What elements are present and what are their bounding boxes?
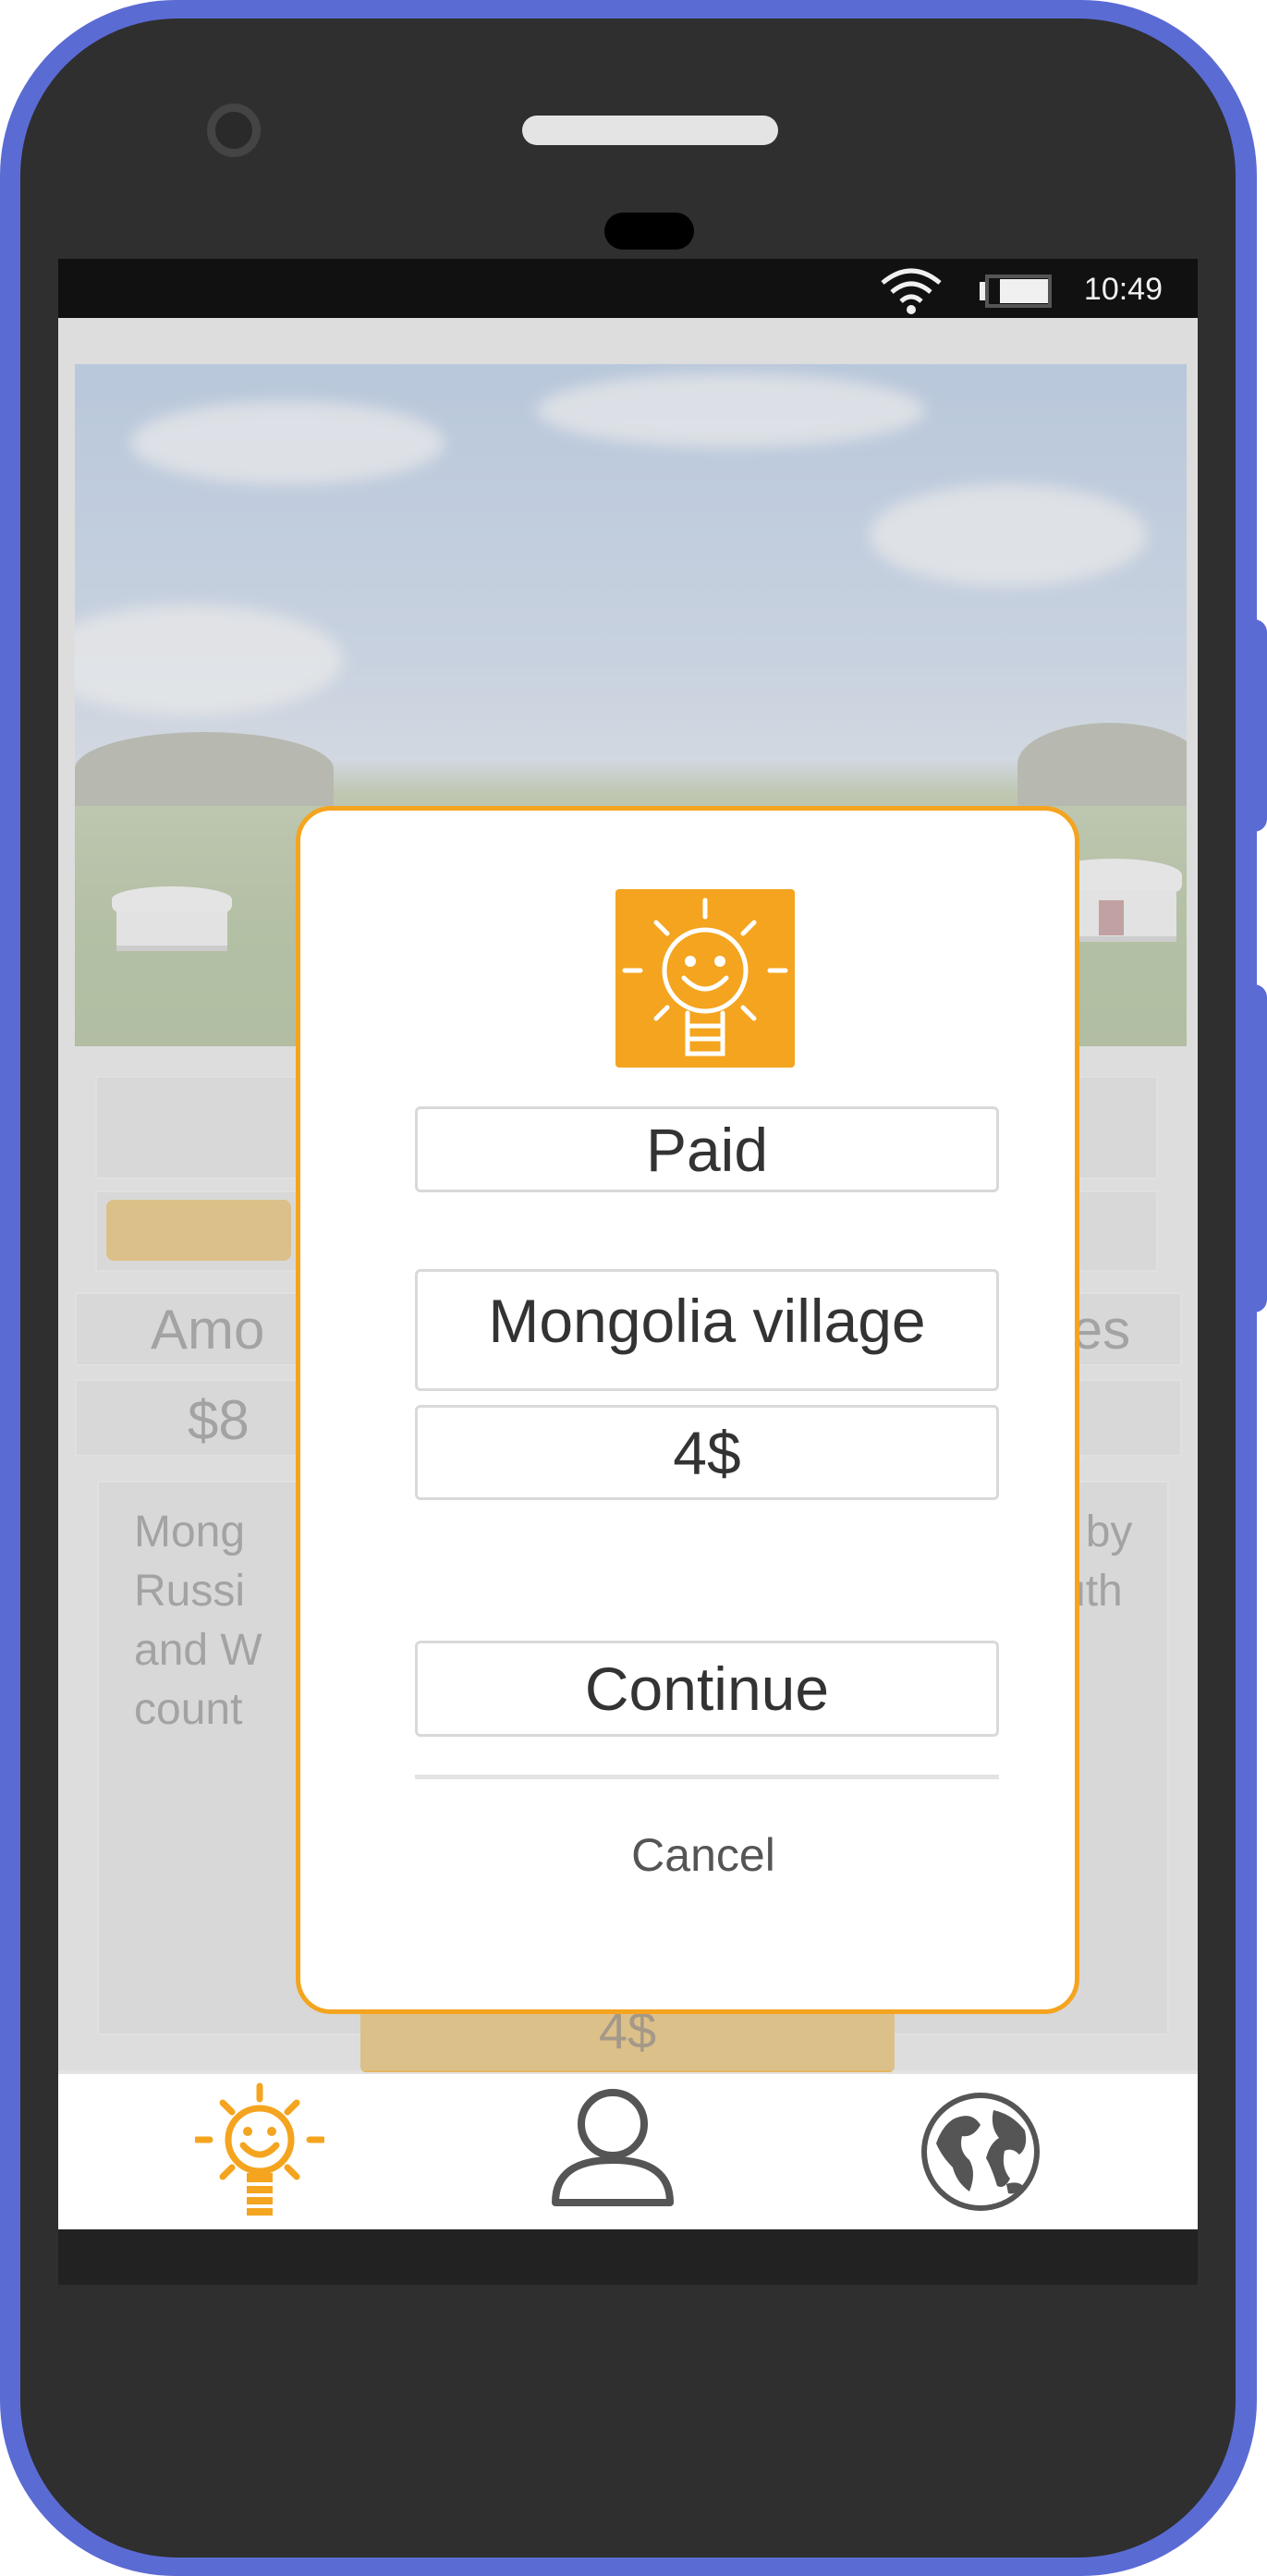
cancel-button[interactable]: Cancel [411, 1818, 995, 1892]
battery-icon [980, 275, 1052, 308]
proximity-sensor [604, 213, 694, 250]
status-bar: 10:49 [58, 259, 1198, 318]
nav-home[interactable] [167, 2074, 352, 2229]
wifi-icon [881, 268, 942, 314]
sun-bulb-icon [622, 897, 788, 1056]
earpiece-speaker [522, 116, 778, 145]
dialog-logo [615, 889, 795, 1068]
globe-icon [921, 2093, 1040, 2211]
system-nav-bar [58, 2229, 1198, 2285]
status-time: 10:49 [1083, 272, 1163, 307]
purchase-dialog: Paid Mongolia village 4$ Continue Cancel [296, 806, 1079, 2014]
sun-bulb-icon [195, 2082, 324, 2216]
phone-screen: 10:49 Amo $8 Mong Russi and W count by u… [58, 259, 1198, 2285]
power-button [1252, 984, 1267, 1312]
nav-profile[interactable] [520, 2074, 705, 2229]
dialog-divider [415, 1775, 999, 1779]
user-icon [552, 2089, 674, 2206]
bottom-nav [58, 2074, 1198, 2229]
continue-button[interactable]: Continue [415, 1641, 999, 1737]
app-root: 10:49 Amo $8 Mong Russi and W count by u… [0, 0, 1267, 2576]
payment-status-label: Paid [415, 1106, 999, 1192]
place-title-field: Mongolia village [415, 1269, 999, 1391]
volume-button [1252, 619, 1267, 832]
front-camera [207, 104, 261, 157]
price-field: 4$ [415, 1405, 999, 1500]
nav-explore[interactable] [888, 2074, 1073, 2229]
